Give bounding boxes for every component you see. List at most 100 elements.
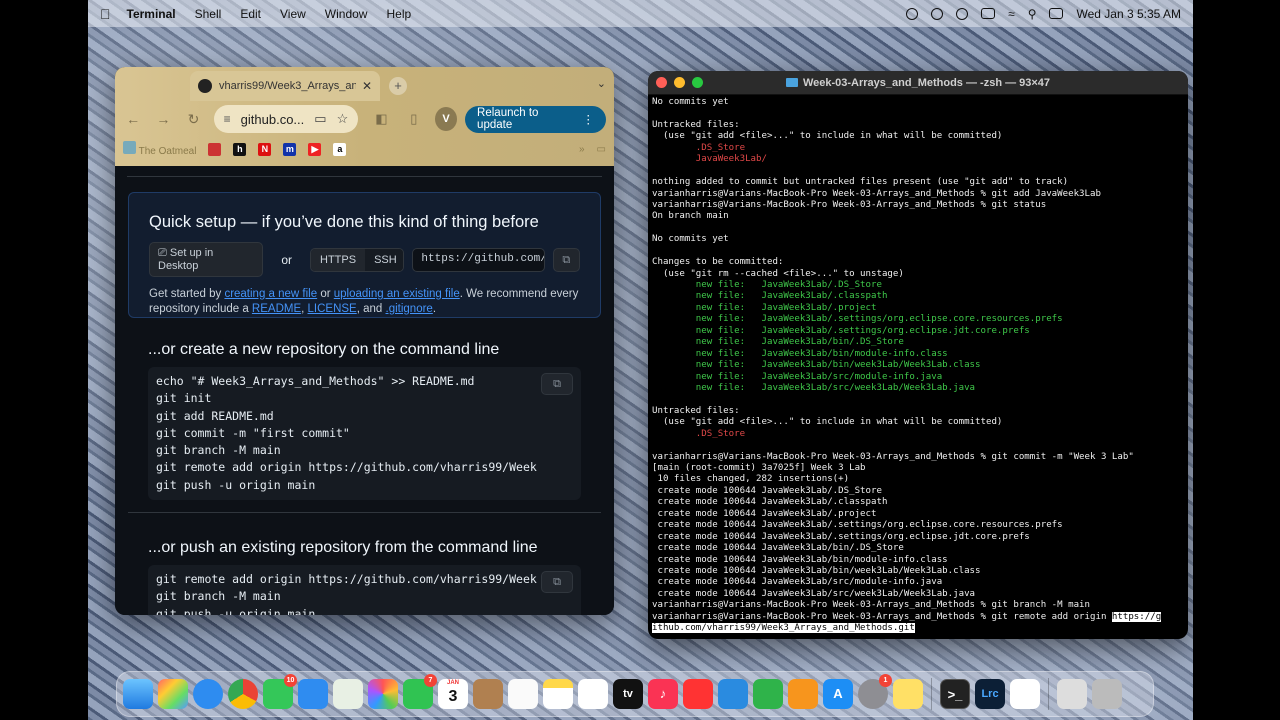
system-settings-icon[interactable]: 1 (858, 674, 892, 709)
finder-icon[interactable] (123, 679, 153, 709)
battery-icon[interactable] (981, 8, 996, 19)
bookmark-m-icon[interactable]: m (283, 142, 297, 156)
close-tab-icon[interactable]: ✕ (362, 79, 372, 93)
messages-icon[interactable]: 10 (263, 674, 297, 709)
all-bookmarks-folder-icon[interactable]: ▭ (597, 144, 606, 155)
lightroom-icon[interactable]: Lrc (975, 679, 1005, 709)
menu-shell[interactable]: Shell (195, 7, 222, 21)
apple-menu-icon[interactable]:  (100, 6, 111, 22)
slack-icon[interactable] (1010, 679, 1040, 709)
chrome-icon[interactable] (228, 679, 258, 709)
record-icon[interactable] (906, 7, 919, 20)
terminal-prompt-line: varianharris@Varians-MacBook-Pro Week-03… (652, 611, 1184, 623)
forward-icon[interactable]: → (153, 111, 173, 127)
profile-avatar[interactable]: V (434, 107, 458, 131)
more-menu-icon[interactable]: ⋮ (583, 112, 595, 126)
downloads-folder-icon[interactable] (1057, 679, 1087, 709)
menu-view[interactable]: View (280, 7, 306, 21)
launchpad-icon[interactable] (158, 679, 188, 709)
site-info-icon[interactable]: ≡ (224, 112, 231, 126)
terminal-line: new file: JavaWeek3Lab/bin/week3Lab/Week… (652, 360, 981, 371)
address-text: github.co... (240, 111, 305, 127)
photos-icon[interactable] (368, 679, 398, 709)
copy-url-icon[interactable]: ⧉ (552, 247, 580, 272)
terminal-line: create mode 100644 JavaWeek3Lab/.setting… (652, 520, 1063, 531)
code-line: git push -u origin main (156, 606, 316, 615)
create-file-link[interactable]: creating a new file (224, 288, 317, 300)
code-line: git commit -m "first commit" (156, 425, 350, 440)
control-center-icon[interactable] (1049, 8, 1064, 19)
code-line: git branch -M main (156, 443, 281, 458)
amazon-icon[interactable]: a (333, 142, 347, 156)
ssh-tab[interactable]: SSH (365, 248, 404, 271)
readme-link[interactable]: README (252, 303, 301, 315)
news-icon[interactable] (683, 679, 713, 709)
code-line: git add README.md (156, 408, 274, 423)
gitignore-link[interactable]: .gitignore (386, 303, 433, 315)
apple-tv-icon[interactable]: tv (613, 679, 643, 709)
new-tab-icon[interactable]: + (389, 77, 407, 95)
reminders-icon[interactable] (508, 679, 538, 709)
keynote-icon[interactable] (718, 679, 748, 709)
freeform-icon[interactable] (578, 679, 608, 709)
copy-code-icon[interactable]: ⧉ (541, 373, 573, 395)
license-link[interactable]: LICENSE (308, 303, 357, 315)
push-section: ...or push an existing repository from t… (128, 539, 601, 615)
menu-edit[interactable]: Edit (240, 7, 261, 21)
bookmark-h-icon[interactable]: h (233, 142, 247, 156)
https-tab[interactable]: HTTPS (311, 248, 366, 271)
terminal-icon[interactable]: >_ (940, 679, 970, 709)
calendar-icon[interactable]: JAN 3 (438, 679, 468, 709)
terminal-line: 10 files changed, 282 insertions(+) (652, 474, 850, 485)
cast-icon[interactable]: ▭ (314, 111, 326, 127)
music-icon[interactable]: ♪ (648, 679, 678, 709)
netflix-icon[interactable]: N (258, 142, 272, 156)
reload-icon[interactable]: ↻ (183, 111, 203, 128)
contacts-icon[interactable] (473, 679, 503, 709)
menu-window[interactable]: Window (325, 7, 368, 21)
upload-file-link[interactable]: uploading an existing file (334, 288, 460, 300)
safari-icon[interactable] (193, 679, 223, 709)
menu-app-name[interactable]: Terminal (127, 7, 176, 21)
pages-icon[interactable] (788, 679, 818, 709)
address-bar[interactable]: ≡ github.co... ▭ ☆ (213, 105, 359, 133)
mail-icon[interactable] (298, 679, 328, 709)
facetime-icon[interactable]: 7 (403, 674, 437, 709)
terminal-line: new file: JavaWeek3Lab/.settings/org.ecl… (652, 314, 1063, 325)
terminal-line: No commits yet (652, 97, 729, 107)
oatmeal-icon (123, 141, 136, 154)
maps-icon[interactable] (333, 679, 363, 709)
trash-icon[interactable] (1092, 679, 1122, 709)
search-icon[interactable]: ⚲ (1028, 7, 1037, 21)
bookmark-red-icon[interactable] (208, 142, 222, 156)
tab-search-icon[interactable]: ⌄ (597, 77, 606, 90)
relaunch-button[interactable]: Relaunch to update ⋮ (465, 105, 606, 133)
terminal-line: create mode 100644 JavaWeek3Lab/.project (652, 508, 877, 519)
bookmarks-overflow-icon[interactable]: » (579, 144, 585, 155)
copy-code-icon[interactable]: ⧉ (541, 571, 573, 593)
app-store-icon[interactable]: A (823, 679, 853, 709)
bookmark-star-icon[interactable]: ☆ (337, 111, 349, 127)
bookmark-oatmeal[interactable]: The Oatmeal (123, 141, 196, 157)
notes-icon[interactable] (543, 679, 573, 709)
setup-desktop-button[interactable]: ⎚ Set up in Desktop (149, 242, 264, 277)
terminal-line: new file: JavaWeek3Lab/.classpath (652, 291, 888, 302)
clone-url-field[interactable]: https://github.com/vharris99/Week3_Array… (412, 247, 545, 272)
terminal-output[interactable]: No commits yet Untracked files: (use "git… (648, 95, 1188, 637)
terminal-line: create mode 100644 JavaWeek3Lab/bin/week… (652, 565, 981, 576)
quick-setup-title: Quick setup — if you’ve done this kind o… (149, 213, 539, 231)
back-icon[interactable]: ← (123, 111, 143, 127)
menu-help[interactable]: Help (386, 7, 411, 21)
stickies-icon[interactable] (893, 679, 923, 709)
terminal-line: No commits yet (652, 234, 729, 245)
numbers-icon[interactable] (753, 679, 783, 709)
wifi-icon[interactable]: ≈ (1008, 7, 1015, 21)
youtube-icon[interactable]: ▶ (308, 142, 322, 156)
browser-tab[interactable]: vharris99/Week3_Arrays_and_Methods ✕ (190, 71, 380, 101)
vpn-icon[interactable] (931, 7, 944, 20)
play-icon[interactable] (956, 7, 969, 20)
menu-clock[interactable]: Wed Jan 3 5:35 AM (1076, 7, 1181, 21)
extensions-icon[interactable]: ◧ (372, 111, 390, 127)
terminal-line: .DS_Store (652, 142, 746, 153)
side-panel-icon[interactable]: ▯ (405, 111, 423, 127)
